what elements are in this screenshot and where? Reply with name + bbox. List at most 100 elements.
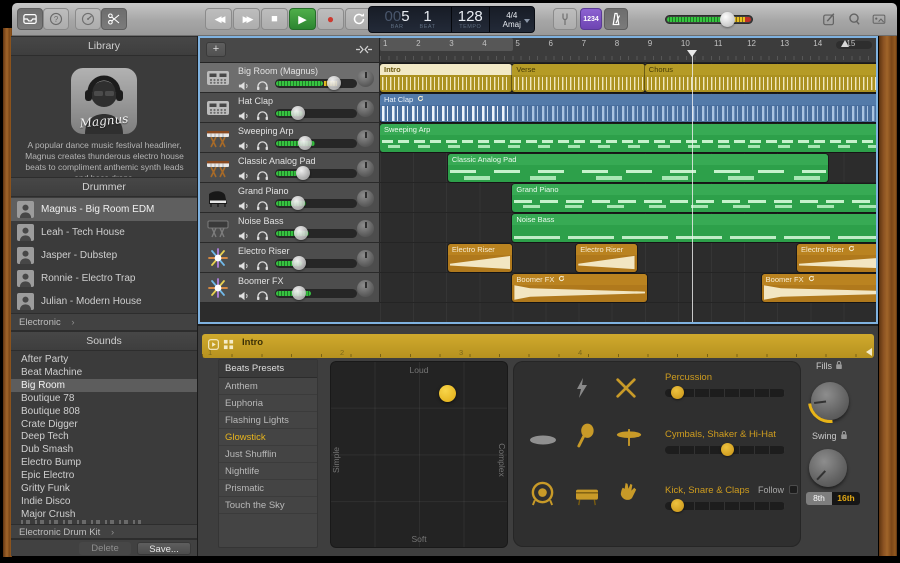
preset-prismatic[interactable]: Prismatic	[219, 480, 317, 497]
mute-button[interactable]	[238, 168, 253, 181]
lightning-icon[interactable]	[573, 377, 591, 399]
solo-button[interactable]	[256, 228, 271, 240]
rate-8th-button[interactable]: 8th	[806, 492, 832, 505]
track-header-noise-bass[interactable]: Noise Bass	[200, 213, 380, 243]
drummer-item-magnus-big-room-edm[interactable]: Magnus - Big Room EDM	[11, 198, 197, 221]
mute-button[interactable]	[238, 138, 253, 151]
editor-region-bar[interactable]: Intro 1 2 3 4	[202, 334, 874, 358]
add-track-button[interactable]: +	[206, 42, 226, 57]
solo-button[interactable]	[256, 78, 271, 90]
forward-button[interactable]: ▶▶	[233, 8, 260, 30]
notepad-button[interactable]	[818, 8, 840, 30]
solo-button[interactable]	[256, 138, 271, 150]
sounds-item-gritty-funk[interactable]: Gritty Funk	[11, 482, 197, 495]
track-volume-slider[interactable]	[275, 136, 357, 150]
volume-thumb[interactable]	[291, 106, 305, 120]
cymbals-slider[interactable]	[665, 443, 785, 456]
loop-browser-button[interactable]	[843, 8, 865, 30]
playhead[interactable]	[687, 50, 697, 322]
kick-drum-icon[interactable]	[530, 481, 555, 506]
solo-button[interactable]	[256, 168, 271, 180]
volume-thumb[interactable]	[720, 12, 735, 27]
kit-breadcrumb[interactable]: Electronic Drum Kit ›	[11, 524, 197, 539]
preset-just-shufflin[interactable]: Just Shufflin	[219, 446, 317, 463]
mute-button[interactable]	[238, 78, 253, 91]
xy-pad[interactable]: Loud Soft Simple Complex	[330, 361, 508, 548]
preset-euphoria[interactable]: Euphoria	[219, 395, 317, 412]
sounds-item-boutique-808[interactable]: Boutique 808	[11, 405, 197, 418]
track-volume-slider[interactable]	[275, 226, 357, 240]
ride-cymbal-icon[interactable]	[528, 433, 558, 447]
media-browser-button[interactable]	[867, 8, 891, 30]
stop-button[interactable]: ■	[261, 8, 288, 30]
preset-touch-the-sky[interactable]: Touch the Sky	[219, 497, 317, 514]
region-noise-bass[interactable]: Noise Bass	[512, 214, 876, 242]
save-button[interactable]: Save...	[137, 542, 191, 555]
sounds-item-crate-digger[interactable]: Crate Digger	[11, 418, 197, 431]
region-chorus[interactable]: Chorus	[644, 64, 876, 92]
pan-knob[interactable]	[357, 220, 374, 237]
solo-button[interactable]	[256, 198, 271, 210]
region-classic-analog-pad[interactable]: Classic Analog Pad	[447, 154, 829, 182]
hihat-icon[interactable]	[615, 427, 643, 448]
track-volume-slider[interactable]	[275, 106, 357, 120]
delete-button[interactable]: Delete	[79, 542, 131, 555]
volume-thumb[interactable]	[327, 76, 341, 90]
solo-button[interactable]	[256, 288, 271, 300]
mute-button[interactable]	[238, 108, 253, 121]
timeline-ruler[interactable]: 1 2 3 4 5 6 7 8 9 10 11 12 13 14 15	[380, 38, 876, 63]
preset-nightlife[interactable]: Nightlife	[219, 463, 317, 480]
drummer-item-julian-modern-house[interactable]: Julian - Modern House	[11, 290, 197, 313]
play-button[interactable]: ▶	[289, 8, 316, 30]
track-volume-slider[interactable]	[275, 196, 357, 210]
region-boomer-fx[interactable]: Boomer FX	[512, 274, 648, 302]
sounds-item-epic-electro[interactable]: Epic Electro	[11, 469, 197, 482]
xy-puck[interactable]	[439, 385, 456, 402]
record-button[interactable]: ●	[317, 8, 344, 30]
pan-knob[interactable]	[357, 190, 374, 207]
preset-glowstick[interactable]: Glowstick	[219, 429, 317, 446]
volume-thumb[interactable]	[292, 286, 306, 300]
genre-breadcrumb[interactable]: Electronic ›	[11, 313, 197, 331]
track-header-boomer-fx[interactable]: Boomer FX	[200, 273, 380, 303]
sounds-item-after-party[interactable]: After Party	[11, 353, 197, 366]
pan-knob[interactable]	[357, 70, 374, 87]
region-grand-piano[interactable]: Grand Piano	[512, 184, 876, 212]
clap-hand-icon[interactable]	[617, 481, 640, 506]
pan-knob[interactable]	[357, 160, 374, 177]
kick-snare-slider[interactable]	[665, 499, 785, 512]
mute-button[interactable]	[238, 258, 253, 271]
tuning-fork-button[interactable]	[553, 8, 577, 30]
region-electro-riser[interactable]: Electro Riser	[797, 244, 876, 272]
region-intro[interactable]: Intro	[380, 64, 513, 92]
sounds-item-boutique-78[interactable]: Boutique 78	[11, 392, 197, 405]
kick-snare-knob[interactable]	[671, 499, 684, 512]
sounds-item-indie-disco[interactable]: Indie Disco	[11, 495, 197, 508]
cymbals-knob[interactable]	[721, 443, 734, 456]
preset-flashing-lights[interactable]: Flashing Lights	[219, 412, 317, 429]
track-header-big-room-magnus[interactable]: Big Room (Magnus)	[200, 63, 380, 93]
sounds-item-beat-machine[interactable]: Beat Machine	[11, 366, 197, 379]
region-sweeping-arp[interactable]: Sweeping Arp	[380, 124, 876, 152]
volume-thumb[interactable]	[296, 166, 310, 180]
count-in-button[interactable]: 1234	[580, 8, 602, 30]
solo-button[interactable]	[256, 108, 271, 120]
track-header-classic-analog-pad[interactable]: Classic Analog Pad	[200, 153, 380, 183]
follow-checkbox[interactable]	[789, 485, 798, 494]
lcd-chevron-down-icon[interactable]	[524, 19, 530, 23]
rate-16th-button[interactable]: 16th	[832, 492, 860, 505]
percussion-slider[interactable]	[665, 386, 785, 399]
snare-drum-icon[interactable]	[573, 485, 601, 507]
sounds-item-dub-smash[interactable]: Dub Smash	[11, 443, 197, 456]
swing-knob[interactable]	[809, 449, 847, 487]
drumsticks-icon[interactable]	[614, 376, 638, 400]
pan-knob[interactable]	[357, 250, 374, 267]
sounds-item-electro-bump[interactable]: Electro Bump	[11, 456, 197, 469]
pan-knob[interactable]	[357, 280, 374, 297]
region-electro-riser[interactable]: Electro Riser	[447, 244, 513, 272]
master-volume-slider[interactable]	[665, 12, 753, 27]
preset-anthem[interactable]: Anthem	[219, 378, 317, 395]
region-end-marker[interactable]	[866, 348, 872, 356]
track-volume-slider[interactable]	[275, 256, 357, 270]
solo-button[interactable]	[256, 258, 271, 270]
